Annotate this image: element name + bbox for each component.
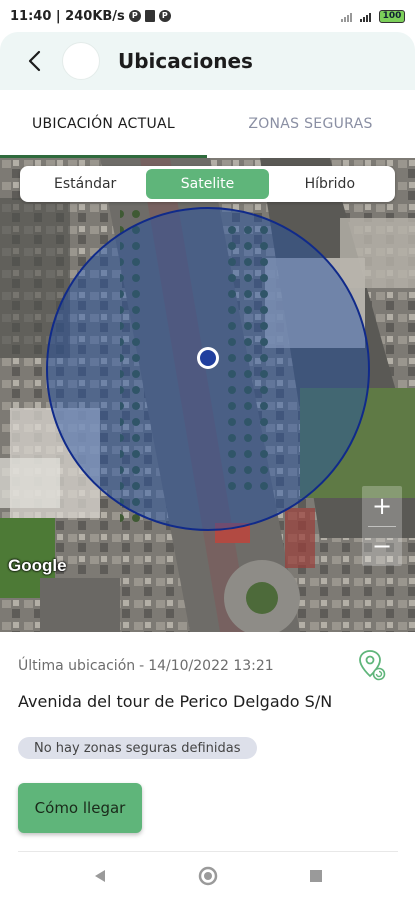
back-button[interactable] <box>12 39 56 83</box>
system-nav-bar <box>0 852 415 900</box>
map-type-selector: Estándar Satelite Híbrido <box>20 166 395 202</box>
notification-icon-2: P <box>158 10 171 22</box>
app-header: Ubicaciones <box>0 32 415 90</box>
map-type-hibrido[interactable]: Híbrido <box>269 169 391 199</box>
last-location-datetime: 14/10/2022 13:21 <box>148 658 274 674</box>
status-time: 11:40 | 240KB/s <box>10 8 125 24</box>
nav-recents-button[interactable] <box>302 862 330 890</box>
last-location-label: Última ubicación <box>18 658 136 674</box>
status-bar: 11:40 | 240KB/s P P 100 <box>0 0 415 32</box>
zoom-in-button[interactable]: + <box>362 486 402 526</box>
safe-zones-badge: No hay zonas seguras definidas <box>18 737 257 759</box>
map-pin-refresh-icon <box>359 650 386 681</box>
signal-icon-2 <box>360 12 371 22</box>
page-title: Ubicaciones <box>118 49 253 73</box>
tab-label: ZONAS SEGURAS <box>248 116 373 132</box>
triangle-back-icon <box>94 870 105 882</box>
location-pin-button[interactable] <box>356 648 388 682</box>
tab-ubicacion-actual[interactable]: UBICACIÓN ACTUAL <box>0 90 207 158</box>
tab-label: UBICACIÓN ACTUAL <box>31 116 175 132</box>
status-right: 100 <box>341 9 405 23</box>
map-view[interactable]: Estándar Satelite Híbrido + − Google <box>0 158 415 632</box>
location-info-panel: Última ubicación - 14/10/2022 13:21 Aven… <box>0 632 415 852</box>
google-attribution: Google <box>8 556 67 575</box>
avatar <box>62 42 100 80</box>
status-left: 11:40 | 240KB/s P P <box>10 9 171 24</box>
last-location-row: Última ubicación - 14/10/2022 13:21 <box>18 658 274 674</box>
last-location-separator: - <box>139 658 145 674</box>
square-recents-icon <box>309 870 322 882</box>
nav-home-button[interactable] <box>194 862 222 890</box>
zoom-out-button[interactable]: − <box>362 527 402 567</box>
directions-button[interactable]: Cómo llegar <box>18 783 142 833</box>
battery-icon: 100 <box>379 9 405 23</box>
location-marker-icon <box>200 350 216 366</box>
chevron-left-icon <box>28 50 41 72</box>
tab-zonas-seguras[interactable]: ZONAS SEGURAS <box>207 90 414 158</box>
map-type-estandar[interactable]: Estándar <box>24 169 146 199</box>
map-type-satelite[interactable]: Satelite <box>146 169 269 199</box>
tabs: UBICACIÓN ACTUAL ZONAS SEGURAS <box>0 90 415 158</box>
circle-home-icon <box>198 866 217 886</box>
zoom-controls: + − <box>362 486 402 566</box>
notification-icon: P <box>128 10 141 22</box>
address-text: Avenida del tour de Perico Delgado S/N <box>18 692 333 711</box>
nav-back-button[interactable] <box>86 862 114 890</box>
signal-icon <box>341 12 352 22</box>
trash-icon <box>144 10 155 22</box>
